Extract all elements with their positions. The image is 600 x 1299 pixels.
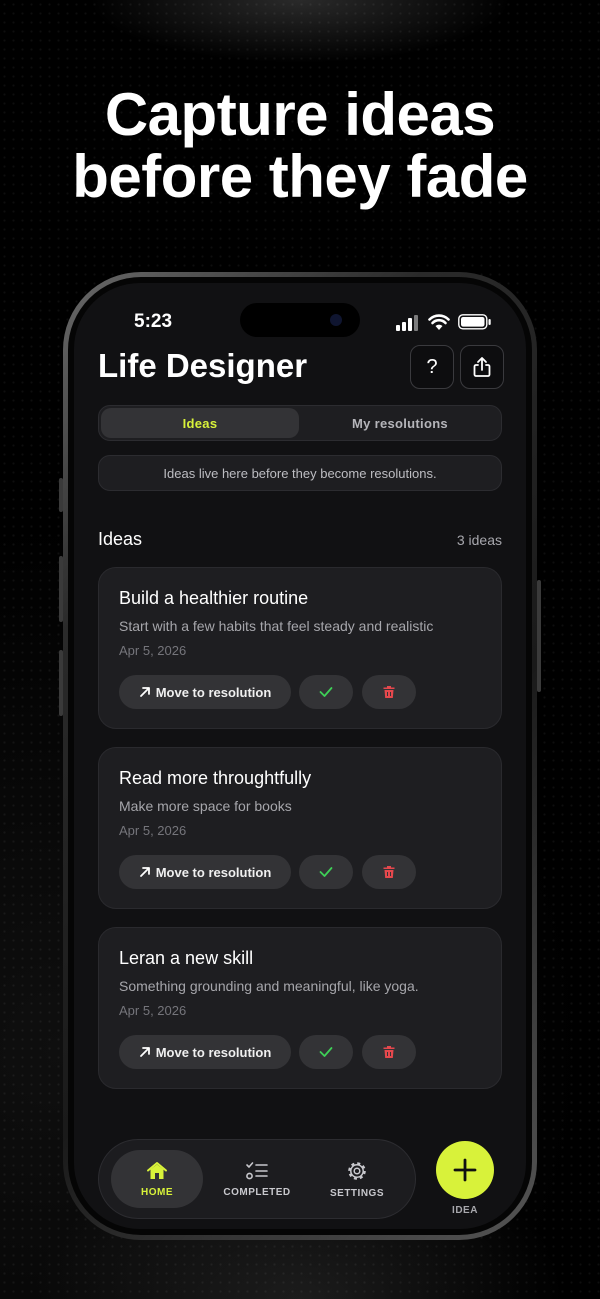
dynamic-island xyxy=(240,303,360,337)
app-screen: 5:23 Life Designer ? Ideas My resolution… xyxy=(74,283,526,1229)
bottom-tab-bar: HOME COMPLETED SETTINGS xyxy=(98,1139,416,1219)
share-icon xyxy=(473,357,491,377)
mark-done-button[interactable] xyxy=(299,1035,353,1069)
trash-icon xyxy=(383,866,395,878)
section-title: Ideas xyxy=(98,529,143,549)
tab-home-label: HOME xyxy=(141,1186,173,1198)
idea-card[interactable]: Read more throughtfully Make more space … xyxy=(98,747,502,909)
move-to-resolution-button[interactable]: Move to resolution xyxy=(119,675,291,709)
tab-completed[interactable]: COMPLETED xyxy=(211,1150,303,1208)
delete-button[interactable] xyxy=(362,1035,416,1069)
status-time: 5:23 xyxy=(134,311,173,332)
tab-ideas[interactable]: Ideas xyxy=(101,408,299,438)
move-to-resolution-button[interactable]: Move to resolution xyxy=(119,1035,291,1069)
mark-done-button[interactable] xyxy=(299,855,353,889)
tab-settings[interactable]: SETTINGS xyxy=(311,1150,403,1208)
idea-title: Read more throughtfully xyxy=(119,768,312,788)
tab-my-resolutions[interactable]: My resolutions xyxy=(301,408,499,438)
share-button[interactable] xyxy=(460,345,504,389)
idea-date: Apr 5, 2026 xyxy=(119,1003,187,1018)
check-icon xyxy=(319,687,333,697)
delete-button[interactable] xyxy=(362,675,416,709)
battery-icon xyxy=(458,314,491,330)
action-button xyxy=(59,478,63,512)
move-label: Move to resolution xyxy=(155,684,272,700)
home-icon xyxy=(147,1161,167,1179)
idea-description: Make more space for books xyxy=(119,798,292,814)
arrow-up-right-icon xyxy=(139,1047,150,1057)
checklist-icon xyxy=(246,1161,268,1179)
add-idea-label: IDEA xyxy=(452,1205,478,1216)
ideas-count: 3 ideas xyxy=(456,532,502,548)
arrow-up-right-icon xyxy=(139,867,150,877)
headline-line-2: before they fade xyxy=(72,143,528,210)
add-idea-button[interactable] xyxy=(436,1141,494,1199)
power-button xyxy=(537,580,541,692)
trash-icon xyxy=(383,686,395,698)
idea-card[interactable]: Build a healthier routine Start with a f… xyxy=(98,567,502,729)
delete-button[interactable] xyxy=(362,855,416,889)
tab-home[interactable]: HOME xyxy=(111,1150,203,1208)
idea-description: Something grounding and meaningful, like… xyxy=(119,978,419,994)
idea-title: Build a healthier routine xyxy=(119,588,309,608)
idea-title: Leran a new skill xyxy=(119,948,254,968)
gear-icon xyxy=(348,1161,366,1180)
mark-done-button[interactable] xyxy=(299,675,353,709)
help-button[interactable]: ? xyxy=(410,345,454,389)
segmented-control: Ideas My resolutions xyxy=(98,405,502,441)
marketing-headline: Capture ideas before they fade xyxy=(0,84,600,208)
tab-completed-label: COMPLETED xyxy=(223,1186,291,1198)
trash-icon xyxy=(383,1046,395,1058)
idea-description: Start with a few habits that feel steady… xyxy=(119,618,434,634)
check-icon xyxy=(319,1047,333,1057)
signal-icon xyxy=(396,313,420,331)
status-icons xyxy=(396,313,494,331)
idea-date: Apr 5, 2026 xyxy=(119,823,187,838)
plus-icon xyxy=(453,1158,477,1182)
move-label: Move to resolution xyxy=(155,864,272,880)
volume-down-button xyxy=(59,650,63,716)
tab-settings-label: SETTINGS xyxy=(329,1187,384,1199)
question-mark-icon: ? xyxy=(426,355,438,378)
volume-up-button xyxy=(59,556,63,622)
headline-line-1: Capture ideas xyxy=(104,81,496,148)
info-banner: Ideas live here before they become resol… xyxy=(98,455,502,491)
move-to-resolution-button[interactable]: Move to resolution xyxy=(119,855,291,889)
app-title: Life Designer xyxy=(98,347,308,384)
check-icon xyxy=(319,867,333,877)
move-label: Move to resolution xyxy=(155,1044,272,1060)
idea-card[interactable]: Leran a new skill Something grounding an… xyxy=(98,927,502,1089)
wifi-icon xyxy=(428,314,450,330)
idea-date: Apr 5, 2026 xyxy=(119,643,187,658)
arrow-up-right-icon xyxy=(139,687,150,697)
